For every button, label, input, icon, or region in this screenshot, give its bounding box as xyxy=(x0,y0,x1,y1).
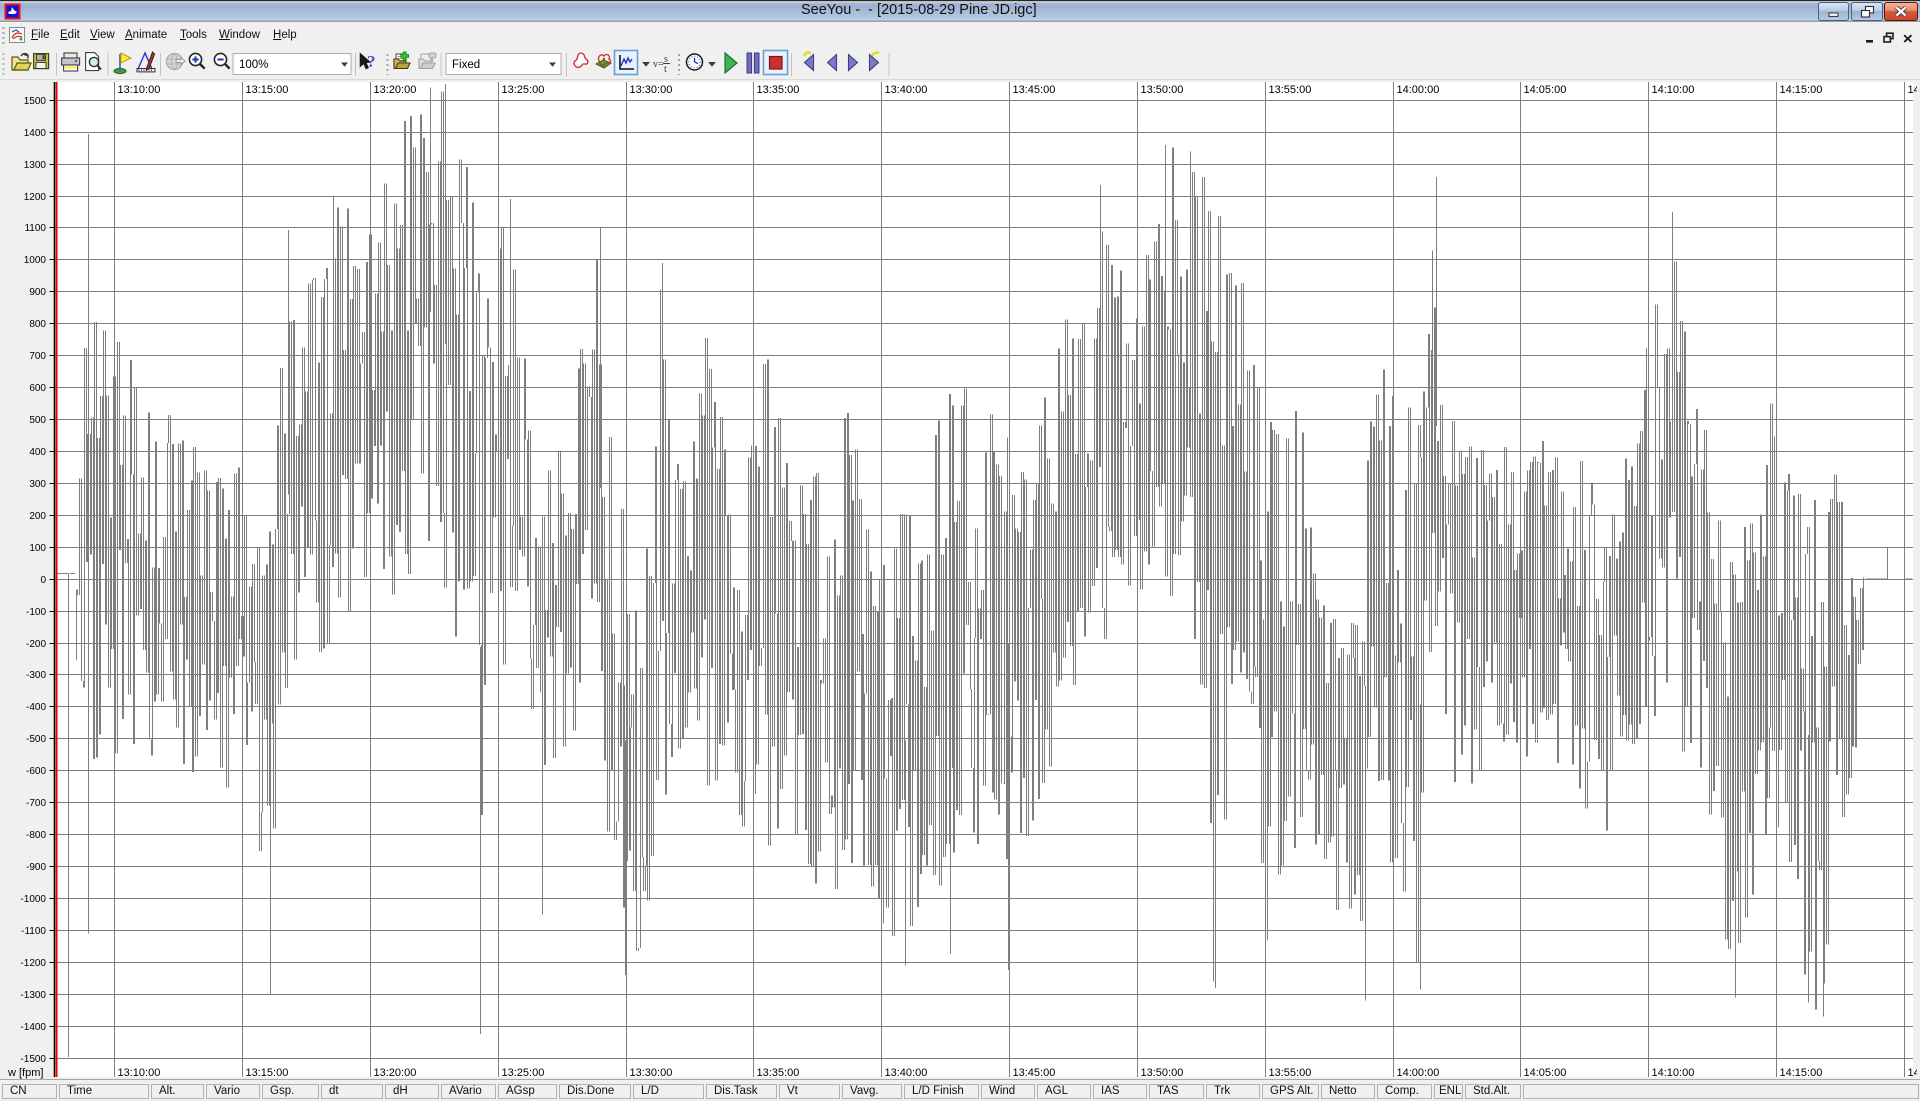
svg-text:1400: 1400 xyxy=(24,128,47,139)
svg-text:13:55:00: 13:55:00 xyxy=(1269,84,1312,96)
svg-text:13:25:00: 13:25:00 xyxy=(502,84,545,96)
svg-text:13:50:00: 13:50:00 xyxy=(1141,84,1184,96)
svg-text:14:05:00: 14:05:00 xyxy=(1524,84,1567,96)
svg-text:14:15:00: 14:15:00 xyxy=(1780,1067,1823,1079)
svg-text:13:15:00: 13:15:00 xyxy=(246,84,289,96)
svg-text:1500: 1500 xyxy=(24,96,47,107)
svg-text:13:10:00: 13:10:00 xyxy=(118,84,161,96)
svg-text:0: 0 xyxy=(40,575,46,586)
svg-text:13:30:00: 13:30:00 xyxy=(630,84,673,96)
svg-text:900: 900 xyxy=(29,287,46,298)
svg-text:13:55:00: 13:55:00 xyxy=(1269,1067,1312,1079)
svg-text:13:35:00: 13:35:00 xyxy=(757,1067,800,1079)
svg-text:500: 500 xyxy=(29,415,46,426)
svg-text:13:30:00: 13:30:00 xyxy=(630,1067,673,1079)
svg-text:400: 400 xyxy=(29,447,46,458)
svg-text:-1200: -1200 xyxy=(20,958,46,969)
svg-text:1100: 1100 xyxy=(24,223,46,234)
svg-text:-1100: -1100 xyxy=(21,926,46,937)
svg-text:13:35:00: 13:35:00 xyxy=(757,84,800,96)
svg-text:13:40:00: 13:40:00 xyxy=(885,1067,928,1079)
svg-text:13:15:00: 13:15:00 xyxy=(246,1067,289,1079)
svg-text:13:40:00: 13:40:00 xyxy=(885,84,928,96)
svg-text:1200: 1200 xyxy=(24,192,47,203)
svg-text:300: 300 xyxy=(29,479,46,490)
svg-text:800: 800 xyxy=(29,319,46,330)
svg-text:13:45:00: 13:45:00 xyxy=(1013,1067,1056,1079)
svg-text:1000: 1000 xyxy=(24,255,47,266)
svg-text:600: 600 xyxy=(29,383,46,394)
svg-text:200: 200 xyxy=(29,511,46,522)
svg-text:100%: 100% xyxy=(239,59,268,71)
svg-text:-1000: -1000 xyxy=(20,894,46,905)
svg-text:-1400: -1400 xyxy=(20,1022,46,1033)
svg-text:14:10:00: 14:10:00 xyxy=(1652,1067,1695,1079)
svg-text:13:20:00: 13:20:00 xyxy=(374,84,417,96)
svg-text:-600: -600 xyxy=(26,766,46,777)
svg-text:14:05:00: 14:05:00 xyxy=(1524,1067,1567,1079)
svg-text:-100: -100 xyxy=(26,607,46,618)
svg-text:700: 700 xyxy=(29,351,46,362)
svg-text:14:10:00: 14:10:00 xyxy=(1652,84,1695,96)
svg-text:t: t xyxy=(664,64,667,75)
svg-text:14:00:00: 14:00:00 xyxy=(1397,1067,1440,1079)
svg-text:14:15:00: 14:15:00 xyxy=(1780,84,1823,96)
svg-text:?: ? xyxy=(367,52,376,71)
svg-text:13:25:00: 13:25:00 xyxy=(502,1067,545,1079)
svg-text:v=: v= xyxy=(653,59,664,70)
svg-text:13:50:00: 13:50:00 xyxy=(1141,1067,1184,1079)
svg-text:1300: 1300 xyxy=(24,160,47,171)
svg-text:13:45:00: 13:45:00 xyxy=(1013,84,1056,96)
svg-text:-200: -200 xyxy=(26,639,46,650)
svg-text:w [fpm]: w [fpm] xyxy=(7,1067,43,1079)
svg-text:-300: -300 xyxy=(26,670,46,681)
svg-text:13:20:00: 13:20:00 xyxy=(374,1067,417,1079)
svg-text:Fixed: Fixed xyxy=(452,59,480,71)
svg-text:14:00:00: 14:00:00 xyxy=(1397,84,1440,96)
svg-text:-1500: -1500 xyxy=(20,1054,46,1065)
svg-text:-400: -400 xyxy=(26,702,46,713)
svg-text:-900: -900 xyxy=(26,862,46,873)
svg-text:-700: -700 xyxy=(26,798,46,809)
svg-text:-500: -500 xyxy=(26,734,46,745)
svg-text:-800: -800 xyxy=(26,830,46,841)
svg-text:13:10:00: 13:10:00 xyxy=(118,1067,161,1079)
svg-text:-1300: -1300 xyxy=(20,990,46,1001)
svg-text:100: 100 xyxy=(29,543,46,554)
